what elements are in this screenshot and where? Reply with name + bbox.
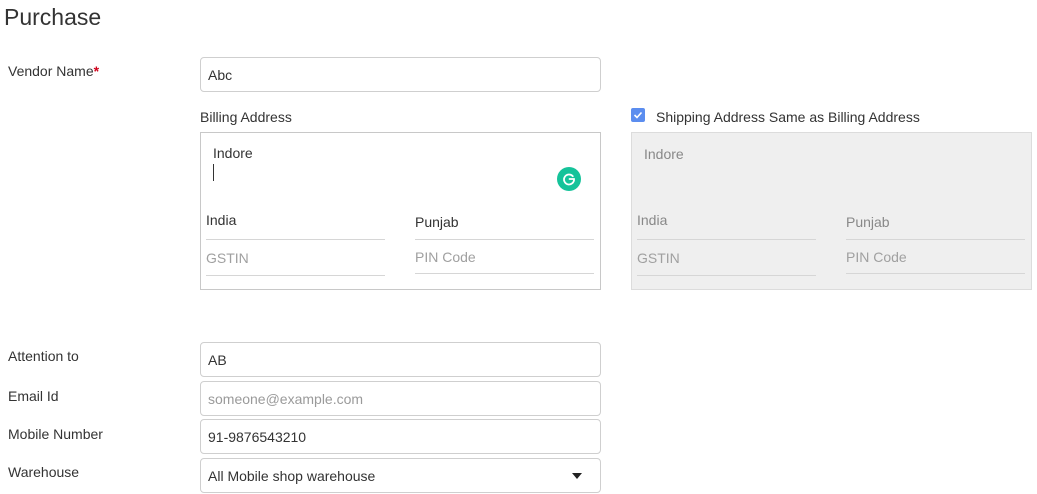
warehouse-label: Warehouse [8,464,80,480]
billing-country-select[interactable]: India [206,209,385,240]
vendor-name-label-text: Vendor Name [8,63,94,79]
shipping-same-label[interactable]: Shipping Address Same as Billing Address [656,109,920,125]
shipping-pin-placeholder: PIN Code [846,249,907,265]
shipping-same-checkbox[interactable] [631,108,645,122]
mobile-label: Mobile Number [8,426,103,442]
shipping-address-value: Indore [644,146,684,162]
email-input[interactable]: someone@example.com [200,381,601,416]
grammarly-icon[interactable] [557,167,581,191]
vendor-name-label: Vendor Name* [8,63,99,79]
email-label: Email Id [8,388,59,404]
shipping-country-select: India [637,209,816,240]
shipping-state-value: Punjab [846,214,890,230]
shipping-address-textarea: Indore [644,146,684,162]
billing-pin-placeholder: PIN Code [415,249,476,265]
warehouse-value: All Mobile shop warehouse [208,467,376,484]
billing-address-label: Billing Address [200,109,292,125]
warehouse-select[interactable]: All Mobile shop warehouse [200,458,601,493]
shipping-address-box: Indore India Punjab GSTIN PIN Code [631,132,1032,290]
text-cursor [213,164,214,181]
billing-address-value: Indore [213,145,253,161]
billing-address-box: Indore India Punjab GSTIN PIN Code [200,132,601,290]
billing-state-value: Punjab [415,214,459,230]
billing-pin-input[interactable]: PIN Code [415,245,594,274]
billing-state-select[interactable]: Punjab [415,209,594,240]
required-mark: * [93,63,100,79]
billing-gstin-input[interactable]: GSTIN [206,245,385,276]
vendor-name-value: Abc [208,66,233,83]
shipping-gstin-placeholder: GSTIN [637,250,680,266]
mobile-input[interactable]: 91-9876543210 [200,419,601,454]
mobile-value: 91-9876543210 [208,428,307,445]
checkmark-icon [633,111,643,119]
page-title: Purchase [4,4,102,30]
shipping-country-value: India [637,212,668,228]
email-placeholder: someone@example.com [208,390,364,407]
attention-label: Attention to [8,348,79,364]
attention-input[interactable]: AB [200,342,601,377]
vendor-name-input[interactable]: Abc [200,57,601,92]
shipping-gstin-input: GSTIN [637,245,816,276]
billing-address-textarea[interactable]: Indore [213,145,253,161]
billing-gstin-placeholder: GSTIN [206,250,249,266]
shipping-pin-input: PIN Code [846,245,1025,274]
shipping-state-select: Punjab [846,209,1025,240]
attention-value: AB [208,351,227,368]
dropdown-arrow-icon[interactable] [572,472,582,479]
billing-country-value: India [206,212,237,228]
